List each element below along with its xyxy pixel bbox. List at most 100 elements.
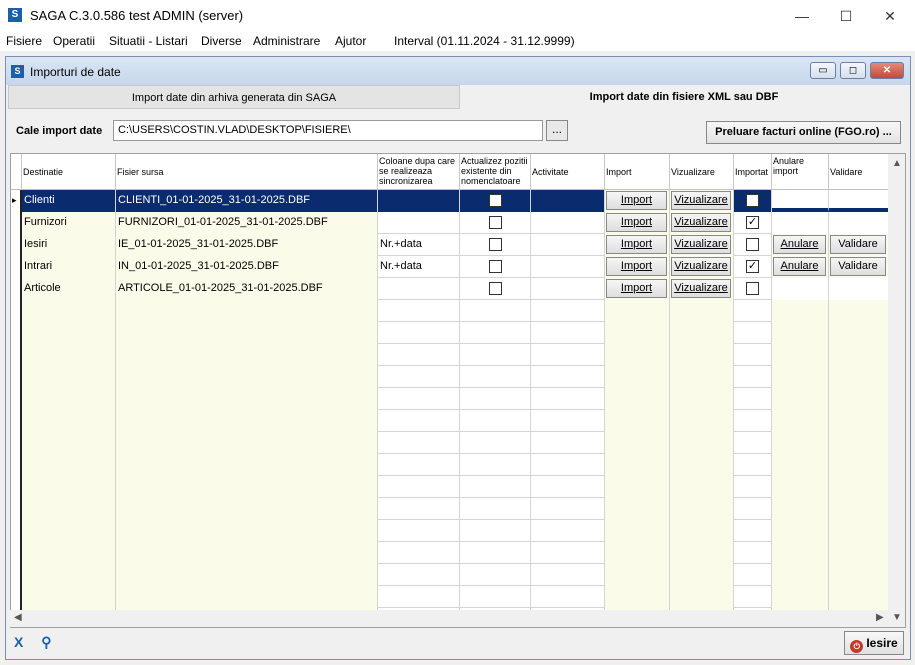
menu-ajutor[interactable]: Ajutor (335, 34, 366, 48)
scroll-right-icon[interactable]: ▶ (876, 612, 884, 623)
cell-anulare (772, 410, 829, 432)
actualizez-checkbox[interactable] (488, 238, 502, 251)
table-row[interactable] (11, 366, 889, 388)
vizualizare-button[interactable]: Vizualizare (671, 279, 731, 298)
cell-anulare (772, 476, 829, 498)
import-button[interactable]: Import (606, 191, 667, 210)
cell-vizualizare (670, 542, 734, 564)
cell-destinatie (22, 344, 116, 366)
cell-validare (829, 322, 889, 344)
importat-checkbox[interactable] (746, 194, 759, 207)
table-row[interactable] (11, 454, 889, 476)
menu-administrare[interactable]: Administrare (253, 34, 320, 48)
table-row[interactable] (11, 432, 889, 454)
table-row[interactable] (11, 322, 889, 344)
cell-ind (11, 300, 22, 322)
close-button[interactable]: ✕ (880, 6, 900, 26)
cell-validare (829, 564, 889, 586)
cell-destinatie (22, 542, 116, 564)
child-app-icon: S (11, 65, 24, 78)
header-destinatie: Destinatie (22, 154, 116, 190)
table-row[interactable] (11, 542, 889, 564)
child-maximize-button[interactable]: ◻ (840, 62, 866, 79)
cell-vizualizare (670, 388, 734, 410)
import-button[interactable]: Import (606, 279, 667, 298)
importat-checkbox[interactable]: ✓ (746, 216, 759, 229)
table-row[interactable] (11, 410, 889, 432)
header-fisier: Fisier sursa (116, 154, 378, 190)
scroll-left-icon[interactable]: ◀ (14, 612, 22, 623)
cell-anulare (772, 366, 829, 388)
cell-importat (734, 542, 772, 564)
table-row[interactable]: ▸ Clienti CLIENTI_01-01-2025_31-01-2025.DB… (11, 190, 889, 212)
iesire-button[interactable]: ⏻ Iesire (844, 631, 904, 655)
minimize-button[interactable]: — (792, 6, 812, 26)
table-row[interactable]: Furnizori FURNIZORI_01-01-2025_31-01-2025… (11, 212, 889, 234)
destinatie-value: Intrari (24, 260, 53, 272)
cell-actualizez (460, 542, 531, 564)
importat-checkbox[interactable] (746, 282, 759, 295)
vizualizare-button[interactable]: Vizualizare (671, 191, 731, 210)
table-row[interactable] (11, 498, 889, 520)
table-row[interactable] (11, 300, 889, 322)
anulare-button[interactable]: Anulare (773, 235, 826, 254)
maximize-button[interactable]: ☐ (836, 6, 856, 26)
import-button[interactable]: Import (606, 257, 667, 276)
table-row[interactable]: Iesiri IE_01-01-2025_31-01-2025.DBF Nr.+da… (11, 234, 889, 256)
cell-coloane (378, 410, 460, 432)
cell-ind (11, 586, 22, 608)
cell-activitate (531, 322, 605, 344)
cell-actualizez (460, 278, 531, 300)
validare-button[interactable]: Validare (830, 235, 886, 254)
fgo-button[interactable]: Preluare facturi online (FGO.ro) ... (706, 121, 901, 144)
path-input[interactable]: C:\USERS\COSTIN.VLAD\DESKTOP\FISIERE\ (113, 120, 543, 141)
excel-export-icon[interactable]: X (14, 634, 23, 650)
import-button[interactable]: Import (606, 235, 667, 254)
actualizez-checkbox[interactable] (488, 194, 502, 207)
vizualizare-button[interactable]: Vizualizare (671, 257, 731, 276)
vizualizare-button[interactable]: Vizualizare (671, 213, 731, 232)
cell-fisier (116, 410, 378, 432)
actualizez-checkbox[interactable] (488, 216, 502, 229)
table-row[interactable]: Intrari IN_01-01-2025_31-01-2025.DBF Nr.+d… (11, 256, 889, 278)
find-icon[interactable]: ⚲ (41, 634, 51, 650)
menu-fisiere[interactable]: Fisiere (6, 34, 42, 48)
menu-situatii[interactable]: Situatii - Listari (109, 34, 188, 48)
actualizez-checkbox[interactable] (488, 260, 502, 273)
scroll-up-icon[interactable]: ▲ (892, 158, 902, 169)
validare-button[interactable]: Validare (830, 257, 886, 276)
table-row[interactable] (11, 586, 889, 608)
actualizez-checkbox[interactable] (488, 282, 502, 295)
horizontal-scrollbar[interactable]: ◀ ▶ (10, 610, 888, 627)
table-row[interactable]: Articole ARTICOLE_01-01-2025_31-01-2025.D… (11, 278, 889, 300)
table-row[interactable] (11, 476, 889, 498)
importat-checkbox[interactable]: ✓ (746, 260, 759, 273)
table-row[interactable] (11, 344, 889, 366)
table-row[interactable] (11, 564, 889, 586)
tab-import-xml-dbf[interactable]: Import date din fisiere XML sau DBF (462, 85, 906, 109)
cell-destinatie (22, 476, 116, 498)
vizualizare-button[interactable]: Vizualizare (671, 235, 731, 254)
import-button[interactable]: Import (606, 213, 667, 232)
child-close-button[interactable]: ✕ (870, 62, 904, 79)
vertical-scrollbar[interactable]: ▲ ▼ (888, 154, 905, 627)
cell-importat (734, 322, 772, 344)
cell-anulare: Anulare (772, 234, 829, 256)
child-minimize-button[interactable]: ▭ (810, 62, 836, 79)
table-row[interactable] (11, 520, 889, 542)
scroll-down-icon[interactable]: ▼ (892, 612, 902, 623)
cell-actualizez (460, 256, 531, 278)
cell-anulare (772, 278, 829, 300)
menu-operatii[interactable]: Operatii (53, 34, 95, 48)
browse-button[interactable]: ... (546, 120, 568, 141)
cell-destinatie (22, 410, 116, 432)
cell-vizualizare: Vizualizare (670, 190, 734, 212)
cell-importat (734, 454, 772, 476)
menu-diverse[interactable]: Diverse (201, 34, 242, 48)
table-row[interactable] (11, 388, 889, 410)
importat-checkbox[interactable] (746, 238, 759, 251)
import-window: S Importuri de date ▭ ◻ ✕ Import date di… (5, 56, 911, 660)
anulare-button[interactable]: Anulare (773, 257, 826, 276)
cell-importat (734, 520, 772, 542)
tab-import-arhiva[interactable]: Import date din arhiva generata din SAGA (8, 85, 460, 109)
